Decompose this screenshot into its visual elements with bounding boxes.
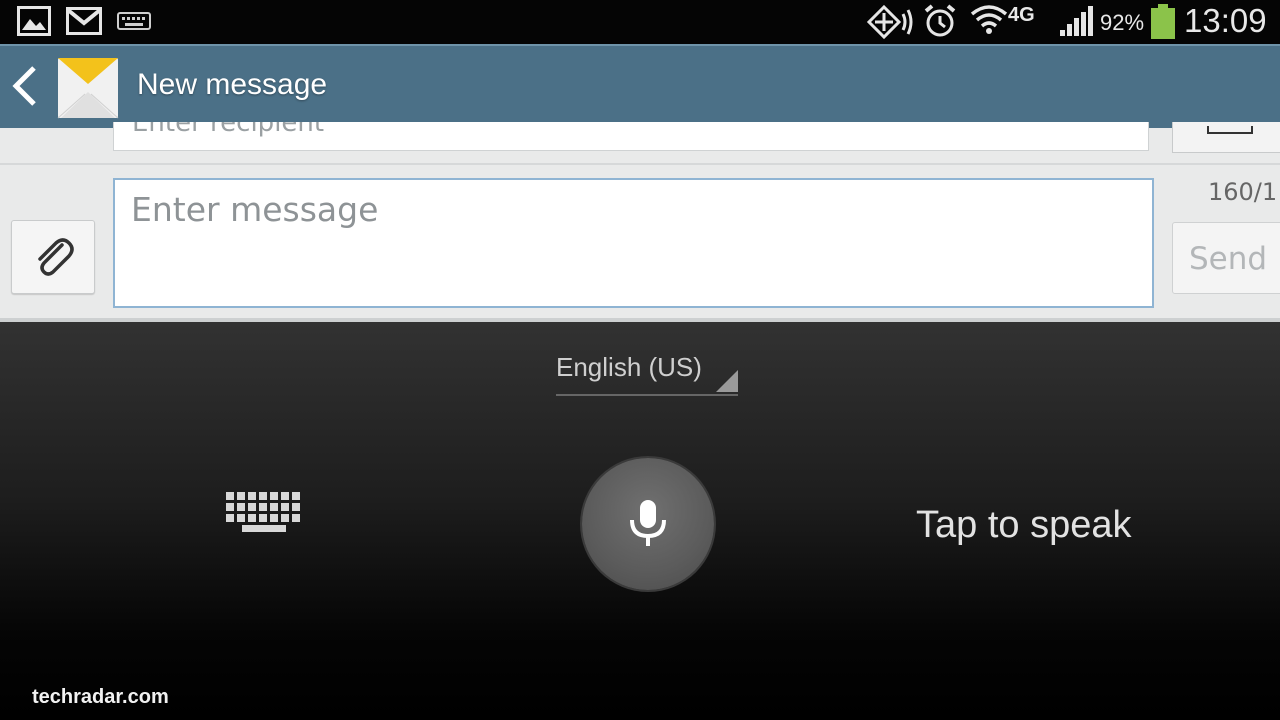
contact-icon (1207, 126, 1253, 134)
gmail-icon (66, 7, 102, 39)
recipient-field[interactable]: Enter recipient (113, 122, 1149, 151)
watermark: techradar.com (32, 686, 169, 708)
nfc-icon (866, 4, 914, 44)
language-selector[interactable]: English (US) (556, 352, 702, 383)
dropdown-triangle-icon[interactable] (716, 370, 738, 392)
microphone-button[interactable] (582, 458, 714, 590)
compose-area: Enter recipient 160/1 Send (0, 122, 1280, 322)
send-label: Send (1189, 241, 1268, 277)
voice-input-panel: English (US) Tap to speak techradar.com (0, 322, 1280, 720)
add-contact-button[interactable] (1172, 122, 1280, 153)
keyboard-icon (117, 12, 151, 34)
gallery-icon (17, 6, 51, 40)
alarm-icon (922, 3, 958, 43)
back-arrow-icon[interactable] (10, 64, 40, 112)
language-underline (556, 394, 738, 396)
messages-app-icon[interactable] (57, 54, 119, 120)
recipient-placeholder: Enter recipient (132, 122, 325, 138)
battery-percent: 92% (1100, 10, 1145, 35)
message-input[interactable] (131, 190, 1031, 229)
status-bar: 4G 92% 13:09 (0, 0, 1280, 44)
attach-button[interactable] (11, 220, 95, 294)
message-input-box[interactable] (113, 178, 1154, 308)
divider (0, 163, 1280, 165)
keyboard-switch-icon[interactable] (224, 490, 304, 538)
send-button[interactable]: Send (1172, 222, 1280, 294)
tap-to-speak-label: Tap to speak (916, 504, 1132, 546)
battery-icon (1150, 4, 1176, 44)
4g-icon: 4G (1008, 4, 1035, 26)
character-counter: 160/1 (1208, 178, 1278, 206)
action-bar: New message (0, 44, 1280, 128)
clock: 13:09 (1184, 2, 1267, 39)
page-title: New message (137, 68, 328, 101)
signal-icon (1058, 4, 1096, 42)
wifi-icon (970, 2, 1008, 42)
